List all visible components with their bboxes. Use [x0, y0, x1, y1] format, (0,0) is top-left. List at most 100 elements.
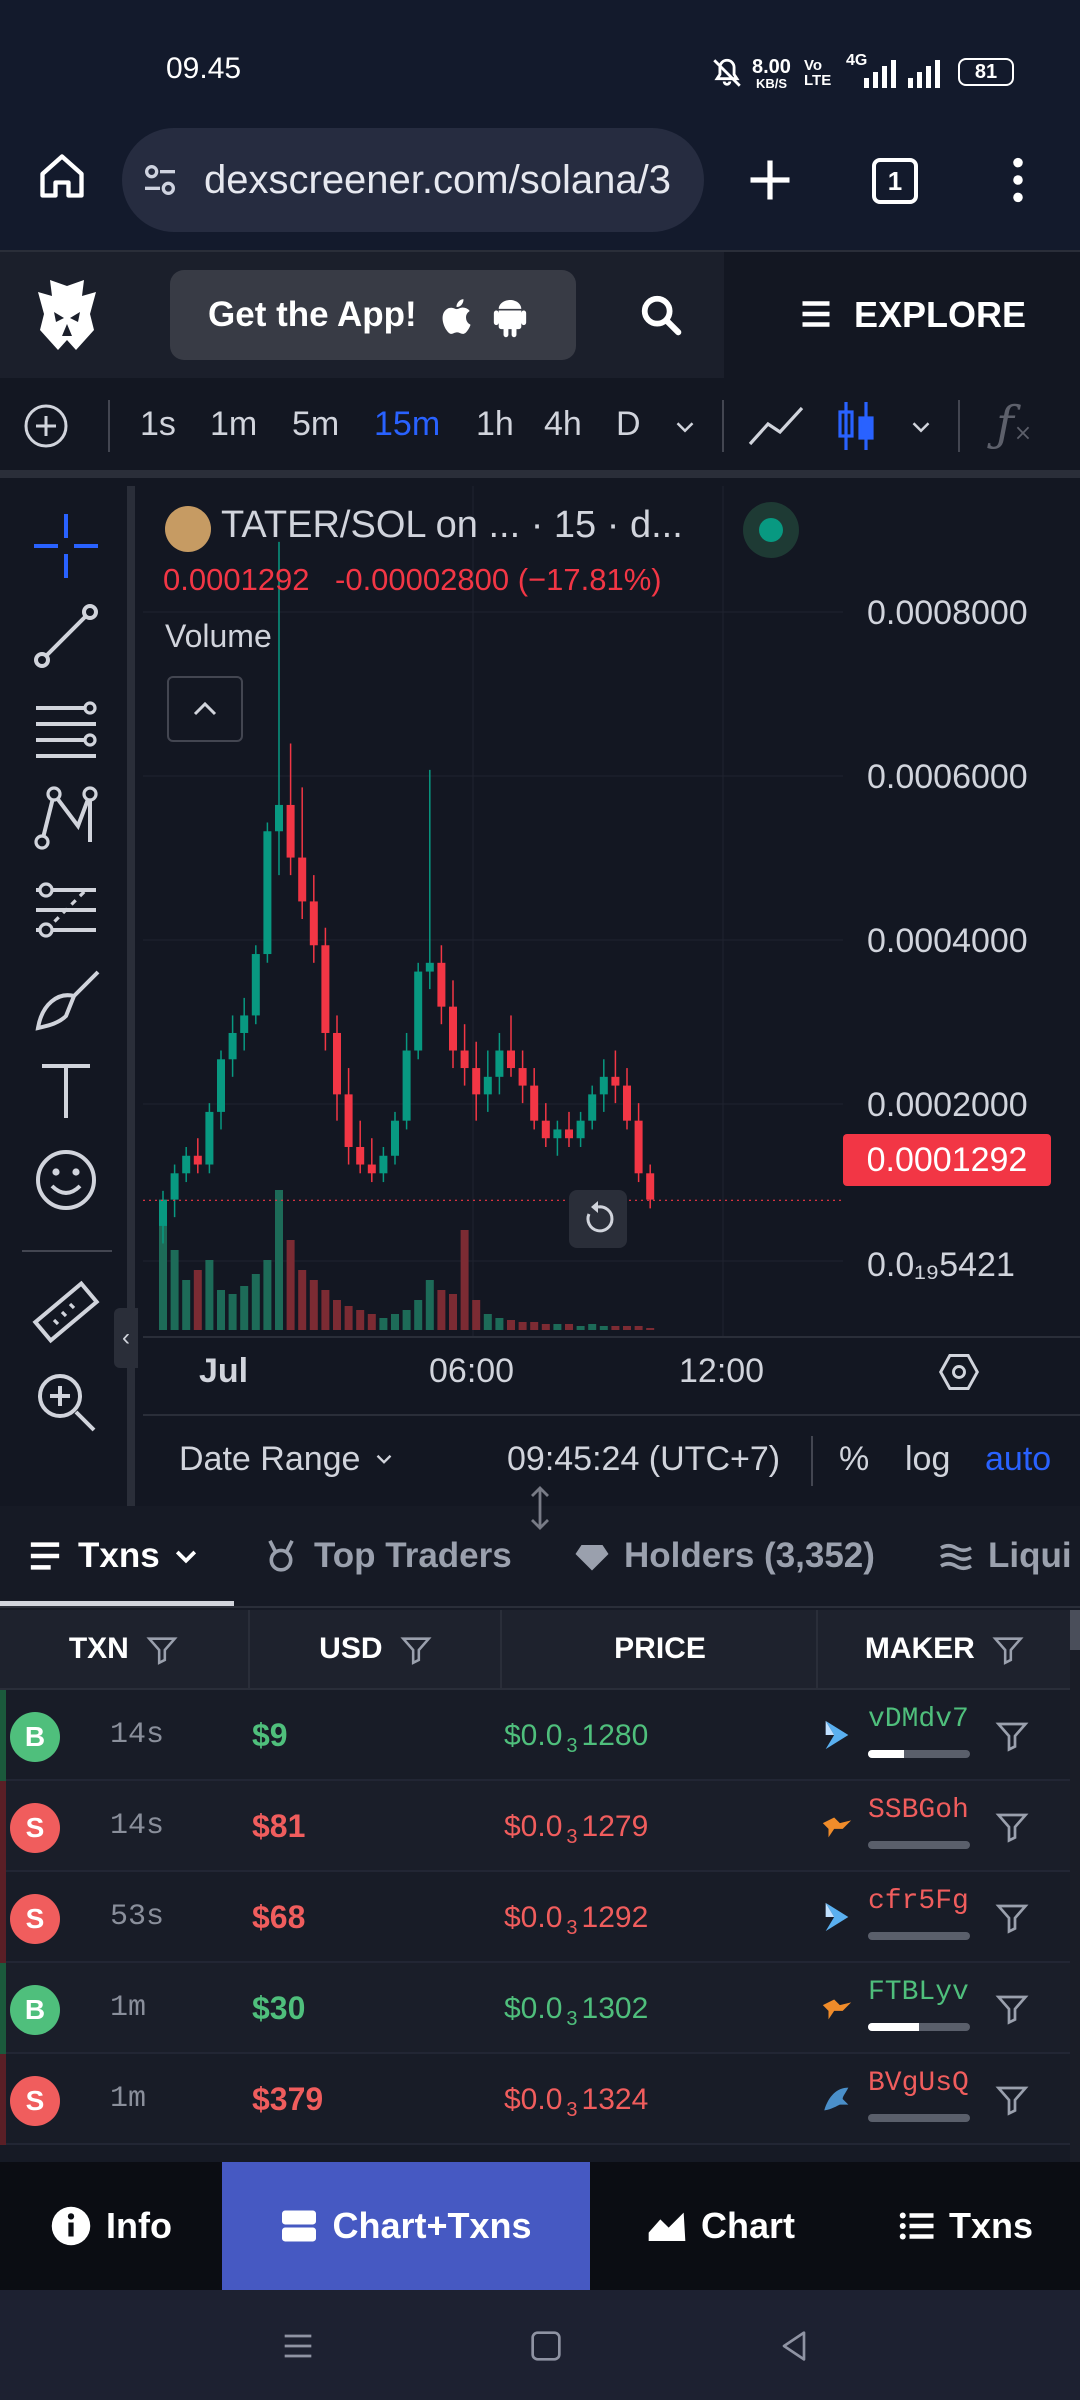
nav-info[interactable]: Info	[0, 2162, 222, 2290]
trend-line-icon[interactable]	[30, 600, 102, 672]
chart-symbol-title[interactable]: TATER/SOL on ... · 15 · d...	[221, 504, 683, 547]
table-row[interactable]: S 14s $81 $0.0 3 1279 SSBGoh	[0, 1781, 1070, 1872]
text-tool-icon[interactable]	[30, 1054, 102, 1126]
auto-scale-toggle[interactable]: auto	[985, 1440, 1051, 1479]
filter-maker-icon[interactable]	[994, 1991, 1030, 2027]
chart-type-chevron-icon[interactable]	[906, 412, 936, 442]
ruler-icon[interactable]	[30, 1276, 102, 1348]
nav-chart-txns[interactable]: Chart+Txns	[222, 2162, 590, 2290]
collapse-legend-button[interactable]	[167, 676, 243, 742]
home-nav-icon[interactable]	[526, 2326, 566, 2366]
candles-icon[interactable]	[836, 398, 876, 454]
maker-address[interactable]: cfr5Fg	[868, 1886, 969, 1917]
chart-clock[interactable]: 09:45:24 (UTC+7)	[507, 1440, 780, 1479]
brush-icon[interactable]	[30, 964, 102, 1036]
tab-txns[interactable]: Txns	[0, 1506, 234, 1606]
timeframe-1m[interactable]: 1m	[210, 378, 257, 470]
price-tick-2: 0.0004000	[867, 922, 1028, 960]
percent-scale-toggle[interactable]: %	[839, 1440, 869, 1479]
tab-liquidity[interactable]: Liqui	[938, 1506, 1080, 1606]
col-maker[interactable]: MAKER	[820, 1610, 1070, 1688]
candle-up	[599, 1076, 608, 1095]
timeframe-15m[interactable]: 15m	[374, 378, 440, 470]
tab-switcher[interactable]: 1	[872, 158, 918, 204]
scrollbar-thumb[interactable]	[1070, 1610, 1080, 1650]
pattern-icon[interactable]	[30, 782, 102, 854]
timeframe-1h[interactable]: 1h	[476, 378, 514, 470]
timeframe-d[interactable]: D	[616, 378, 641, 470]
search-icon[interactable]	[638, 292, 684, 338]
new-tab-icon[interactable]	[744, 154, 796, 206]
date-range-button[interactable]: Date Range	[179, 1440, 360, 1479]
timeframe-4h[interactable]: 4h	[544, 378, 582, 470]
filter-maker-icon[interactable]	[994, 1900, 1030, 1936]
filter-icon[interactable]	[145, 1633, 179, 1667]
crosshair-icon[interactable]	[30, 510, 102, 582]
fib-retracement-icon[interactable]	[30, 692, 102, 764]
volume-bar-up	[402, 1310, 411, 1330]
candle-up	[402, 1050, 411, 1121]
forecast-icon[interactable]	[30, 874, 102, 946]
timeframe-5m[interactable]: 5m	[292, 378, 339, 470]
price-prefix: $0.0	[504, 1810, 563, 1843]
explore-button[interactable]: EXPLORE	[724, 252, 1080, 378]
zoom-in-icon[interactable]	[30, 1366, 102, 1438]
filter-icon[interactable]	[991, 1633, 1025, 1667]
col-txn[interactable]: TXN	[0, 1610, 250, 1688]
add-indicator-icon[interactable]	[22, 402, 70, 450]
table-scrollbar[interactable]	[1070, 1610, 1080, 2162]
market-status	[743, 502, 799, 558]
chevron-down-icon[interactable]	[670, 412, 700, 442]
time-tick-1: 06:00	[429, 1352, 515, 1390]
collapse-drawbar-handle[interactable]: ‹	[114, 1308, 138, 1368]
recents-icon[interactable]	[278, 2326, 318, 2366]
table-row[interactable]: B 14s $9 $0.0 3 1280 vDMdv7	[0, 1690, 1070, 1781]
table-row[interactable]: B 1m $30 $0.0 3 1302 FTBLyv	[0, 1963, 1070, 2054]
chart-settings-icon[interactable]	[937, 1350, 981, 1394]
reset-chart-button[interactable]	[569, 1190, 627, 1248]
filter-maker-icon[interactable]	[994, 1718, 1030, 1754]
back-icon[interactable]	[774, 2326, 814, 2366]
table-row[interactable]: S 53s $68 $0.0 3 1292 cfr5Fg	[0, 1872, 1070, 1963]
url-field[interactable]: dexscreener.com/solana/3	[122, 128, 704, 232]
get-app-button[interactable]: Get the App!	[170, 270, 576, 360]
tab-holders[interactable]: Holders (3,352)	[574, 1506, 894, 1606]
filter-icon[interactable]	[399, 1633, 433, 1667]
emoji-icon[interactable]	[30, 1144, 102, 1216]
txn-price: $0.0 3 1324	[504, 2054, 648, 2156]
bird-icon	[822, 1999, 852, 2020]
col-price[interactable]: PRICE	[504, 1610, 818, 1688]
nav-txns[interactable]: Txns	[852, 2162, 1080, 2290]
filter-maker-icon[interactable]	[994, 1809, 1030, 1845]
candle-up	[159, 1199, 167, 1226]
filter-maker-icon[interactable]	[994, 2082, 1030, 2118]
dexscreener-logo-icon[interactable]	[32, 278, 102, 354]
tab-top-traders[interactable]: Top Traders	[264, 1506, 544, 1606]
menu-dots-icon[interactable]	[992, 154, 1044, 206]
home-icon[interactable]	[36, 150, 88, 202]
chevron-up-icon	[193, 701, 217, 716]
col-usd[interactable]: USD	[252, 1610, 502, 1688]
nav-chart[interactable]: Chart	[590, 2162, 852, 2290]
timeframe-1s[interactable]: 1s	[140, 378, 176, 470]
tabs-bar: Txns Top Traders Holders (3,352) Liqui	[0, 1506, 1080, 1608]
get-app-label: Get the App!	[208, 295, 417, 334]
line-chart-icon[interactable]	[746, 400, 806, 452]
log-scale-toggle[interactable]: log	[905, 1440, 950, 1479]
date-range-chevron-icon[interactable]	[371, 1446, 397, 1472]
table-header: TXN USD PRICE MAKER	[0, 1610, 1080, 1690]
table-row[interactable]: S 1m $379 $0.0 3 1324 BVgUsQ	[0, 2054, 1070, 2145]
txn-age: 14s	[110, 1809, 165, 1843]
price-zero-count: 3	[566, 1917, 578, 1939]
url-text: dexscreener.com/solana/3	[204, 158, 671, 202]
maker-address[interactable]: vDMdv7	[868, 1704, 969, 1735]
status-bar: 09.45 8.00 KB/S Vo LTE 4G 81	[0, 0, 1080, 110]
indicators-fx-icon[interactable]: ƒ×	[996, 396, 1032, 452]
site-settings-icon[interactable]	[140, 160, 180, 200]
maker-address[interactable]: SSBGoh	[868, 1795, 969, 1826]
maker-address[interactable]: BVgUsQ	[868, 2068, 969, 2099]
time-axis-border	[143, 1336, 1080, 1338]
volume-bar-up	[182, 1280, 191, 1330]
maker-address[interactable]: FTBLyv	[868, 1977, 969, 2008]
volume-bar-down	[321, 1290, 330, 1330]
